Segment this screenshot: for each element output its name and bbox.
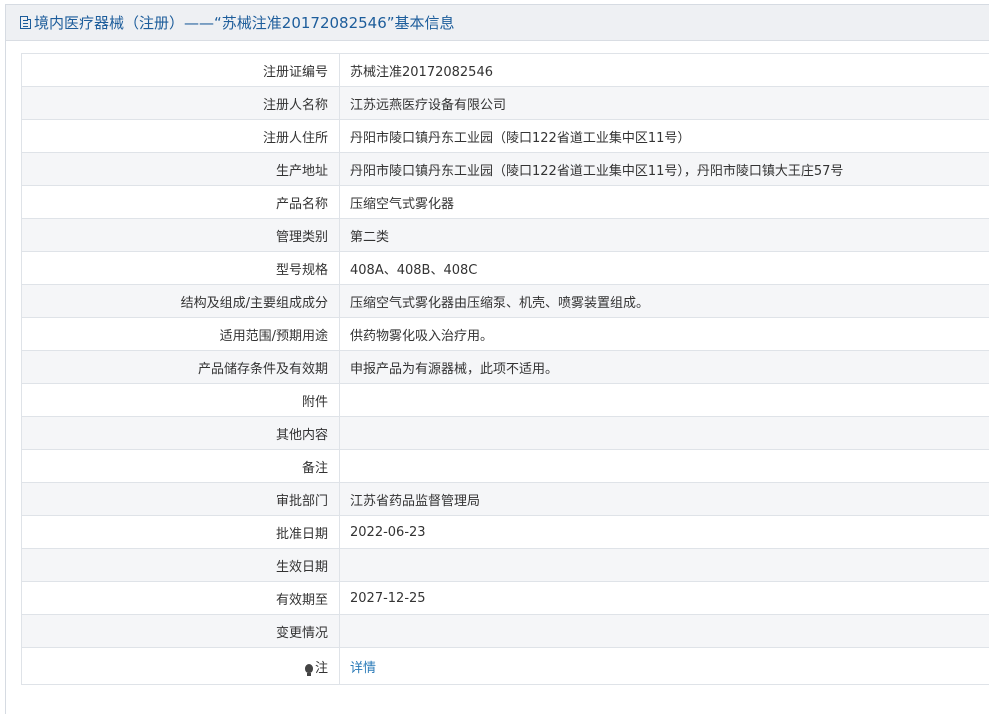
row-value: 江苏省药品监督管理局 xyxy=(339,482,989,516)
row-value: 供药物雾化吸入治疗用。 xyxy=(339,317,989,351)
note-label: 注 xyxy=(314,660,328,676)
lightbulb-icon xyxy=(304,663,313,676)
row-label: 注册人名称 xyxy=(21,86,340,120)
row-label: 附件 xyxy=(21,383,340,417)
table-row: 其他内容 xyxy=(21,416,989,450)
row-label: 审批部门 xyxy=(21,482,340,516)
row-value: 江苏远燕医疗设备有限公司 xyxy=(339,86,989,120)
row-label: 生效日期 xyxy=(21,548,340,582)
details-link[interactable]: 详情 xyxy=(350,661,376,676)
table-row: 附件 xyxy=(21,383,989,417)
row-label: 产品名称 xyxy=(21,185,340,219)
row-label: 批准日期 xyxy=(21,515,340,549)
row-value: 苏械注准20172082546 xyxy=(339,53,989,87)
row-label: 注册人住所 xyxy=(21,119,340,153)
table-row: 备注 xyxy=(21,449,989,483)
row-value: 第二类 xyxy=(339,218,989,252)
row-value: 丹阳市陵口镇丹东工业园（陵口122省道工业集中区11号），丹阳市陵口镇大王庄57… xyxy=(339,152,989,186)
row-label: 适用范围/预期用途 xyxy=(21,317,340,351)
table-row: 注册人名称 江苏远燕医疗设备有限公司 xyxy=(21,86,989,120)
note-label-cell: 注 xyxy=(21,647,340,685)
row-value xyxy=(339,416,989,450)
table-row: 型号规格 408A、408B、408C xyxy=(21,251,989,285)
row-value: 丹阳市陵口镇丹东工业园（陵口122省道工业集中区11号） xyxy=(339,119,989,153)
document-icon xyxy=(20,16,31,29)
row-label: 备注 xyxy=(21,449,340,483)
info-table: 注册证编号 苏械注准20172082546 注册人名称 江苏远燕医疗设备有限公司… xyxy=(21,53,989,685)
table-row: 注册证编号 苏械注准20172082546 xyxy=(21,53,989,87)
row-value: 申报产品为有源器械，此项不适用。 xyxy=(339,350,989,384)
row-value: 408A、408B、408C xyxy=(339,251,989,285)
table-row: 生产地址 丹阳市陵口镇丹东工业园（陵口122省道工业集中区11号），丹阳市陵口镇… xyxy=(21,152,989,186)
row-label: 变更情况 xyxy=(21,614,340,648)
row-label: 生产地址 xyxy=(21,152,340,186)
table-row: 产品储存条件及有效期 申报产品为有源器械，此项不适用。 xyxy=(21,350,989,384)
row-value xyxy=(339,449,989,483)
note-value-cell: 详情 xyxy=(339,647,989,685)
table-row: 注册人住所 丹阳市陵口镇丹东工业园（陵口122省道工业集中区11号） xyxy=(21,119,989,153)
table-row: 生效日期 xyxy=(21,548,989,582)
table-row: 有效期至 2027-12-25 xyxy=(21,581,989,615)
table-row: 适用范围/预期用途 供药物雾化吸入治疗用。 xyxy=(21,317,989,351)
note-row: 注 详情 xyxy=(21,647,989,685)
row-value: 压缩空气式雾化器 xyxy=(339,185,989,219)
table-row: 审批部门 江苏省药品监督管理局 xyxy=(21,482,989,516)
row-value xyxy=(339,383,989,417)
info-table-wrapper: 注册证编号 苏械注准20172082546 注册人名称 江苏远燕医疗设备有限公司… xyxy=(21,53,989,685)
row-value xyxy=(339,548,989,582)
table-row: 结构及组成/主要组成成分 压缩空气式雾化器由压缩泵、机壳、喷雾装置组成。 xyxy=(21,284,989,318)
row-label: 其他内容 xyxy=(21,416,340,450)
page-container: 境内医疗器械（注册）——“苏械注准20172082546”基本信息 注册证编号 … xyxy=(5,4,989,714)
page-header: 境内医疗器械（注册）——“苏械注准20172082546”基本信息 xyxy=(6,5,989,41)
row-label: 结构及组成/主要组成成分 xyxy=(21,284,340,318)
page-title: 境内医疗器械（注册）——“苏械注准20172082546”基本信息 xyxy=(34,14,455,32)
table-row: 产品名称 压缩空气式雾化器 xyxy=(21,185,989,219)
table-row: 批准日期 2022-06-23 xyxy=(21,515,989,549)
row-value: 压缩空气式雾化器由压缩泵、机壳、喷雾装置组成。 xyxy=(339,284,989,318)
row-label: 注册证编号 xyxy=(21,53,340,87)
row-label: 管理类别 xyxy=(21,218,340,252)
row-label: 产品储存条件及有效期 xyxy=(21,350,340,384)
row-label: 有效期至 xyxy=(21,581,340,615)
row-value xyxy=(339,614,989,648)
row-label: 型号规格 xyxy=(21,251,340,285)
table-row: 管理类别 第二类 xyxy=(21,218,989,252)
row-value: 2027-12-25 xyxy=(339,581,989,615)
table-row: 变更情况 xyxy=(21,614,989,648)
row-value: 2022-06-23 xyxy=(339,515,989,549)
